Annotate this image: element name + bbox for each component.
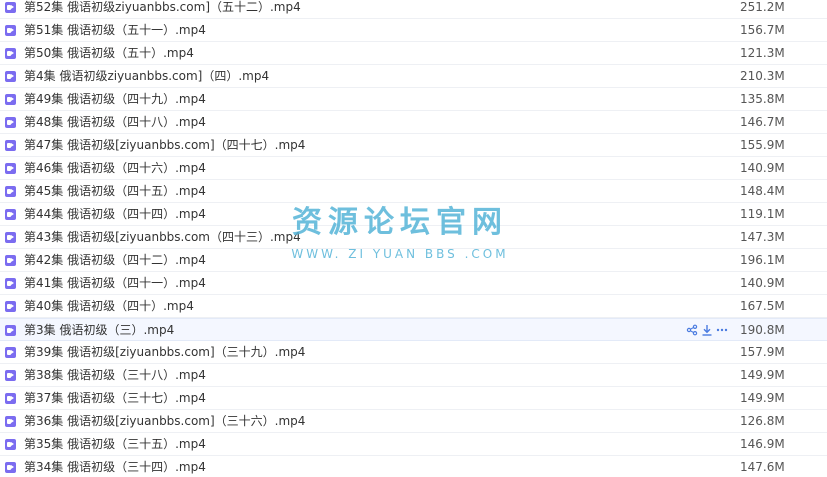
video-file-icon [5, 278, 16, 289]
file-size: 119.1M [740, 207, 785, 221]
file-name[interactable]: 第50集 俄语初级（五十）.mp4 [24, 46, 194, 61]
video-file-icon [5, 232, 16, 243]
file-name[interactable]: 第46集 俄语初级（四十六）.mp4 [24, 161, 206, 176]
file-size: 196.1M [740, 253, 785, 267]
file-name[interactable]: 第48集 俄语初级（四十八）.mp4 [24, 115, 206, 130]
file-row[interactable]: 第39集 俄语初级[ziyuanbbs.com]（三十九）.mp4 157.9M [0, 341, 827, 364]
file-name[interactable]: 第49集 俄语初级（四十九）.mp4 [24, 92, 206, 107]
file-name[interactable]: 第40集 俄语初级（四十）.mp4 [24, 299, 194, 314]
file-list: 第52集 俄语初级ziyuanbbs.com]（五十二）.mp4 251.2M 第5… [0, 0, 827, 477]
video-file-icon [5, 347, 16, 358]
file-size: 149.9M [740, 391, 785, 405]
video-file-icon [5, 393, 16, 404]
file-size: 147.3M [740, 230, 785, 244]
video-file-icon [5, 416, 16, 427]
video-file-icon [5, 163, 16, 174]
file-size: 148.4M [740, 184, 785, 198]
file-row[interactable]: 第40集 俄语初级（四十）.mp4 167.5M [0, 295, 827, 318]
file-size: 121.3M [740, 46, 785, 60]
file-size: 156.7M [740, 23, 785, 37]
file-row[interactable]: 第45集 俄语初级（四十五）.mp4 148.4M [0, 180, 827, 203]
file-name[interactable]: 第51集 俄语初级（五十一）.mp4 [24, 23, 206, 38]
download-icon[interactable] [701, 324, 713, 336]
file-row[interactable]: 第52集 俄语初级ziyuanbbs.com]（五十二）.mp4 251.2M [0, 0, 827, 19]
file-name[interactable]: 第42集 俄语初级（四十二）.mp4 [24, 253, 206, 268]
file-name[interactable]: 第34集 俄语初级（三十四）.mp4 [24, 460, 206, 475]
file-row[interactable]: 第42集 俄语初级（四十二）.mp4 196.1M [0, 249, 827, 272]
file-size: 140.9M [740, 276, 785, 290]
file-size: 140.9M [740, 161, 785, 175]
file-row[interactable]: 第36集 俄语初级[ziyuanbbs.com]（三十六）.mp4 126.8M [0, 410, 827, 433]
file-name[interactable]: 第35集 俄语初级（三十五）.mp4 [24, 437, 206, 452]
file-size: 210.3M [740, 69, 785, 83]
file-name[interactable]: 第47集 俄语初级[ziyuanbbs.com]（四十七）.mp4 [24, 138, 305, 153]
video-file-icon [5, 301, 16, 312]
file-name[interactable]: 第37集 俄语初级（三十七）.mp4 [24, 391, 206, 406]
file-size: 190.8M [740, 323, 785, 337]
file-name[interactable]: 第39集 俄语初级[ziyuanbbs.com]（三十九）.mp4 [24, 345, 305, 360]
file-size: 147.6M [740, 460, 785, 474]
file-row[interactable]: 第43集 俄语初级[ziyuanbbs.com（四十三）.mp4 147.3M [0, 226, 827, 249]
file-row[interactable]: 第47集 俄语初级[ziyuanbbs.com]（四十七）.mp4 155.9M [0, 134, 827, 157]
video-file-icon [5, 94, 16, 105]
video-file-icon [5, 2, 16, 13]
video-file-icon [5, 439, 16, 450]
file-name[interactable]: 第3集 俄语初级（三）.mp4 [24, 323, 174, 338]
video-file-icon [5, 71, 16, 82]
file-name[interactable]: 第52集 俄语初级ziyuanbbs.com]（五十二）.mp4 [24, 0, 301, 15]
file-size: 126.8M [740, 414, 785, 428]
file-row[interactable]: 第41集 俄语初级（四十一）.mp4 140.9M [0, 272, 827, 295]
file-row[interactable]: 第35集 俄语初级（三十五）.mp4 146.9M [0, 433, 827, 456]
file-name[interactable]: 第4集 俄语初级ziyuanbbs.com]（四）.mp4 [24, 69, 269, 84]
file-row[interactable]: 第37集 俄语初级（三十七）.mp4 149.9M [0, 387, 827, 410]
file-size: 135.8M [740, 92, 785, 106]
file-size: 146.7M [740, 115, 785, 129]
file-name[interactable]: 第36集 俄语初级[ziyuanbbs.com]（三十六）.mp4 [24, 414, 305, 429]
file-name[interactable]: 第45集 俄语初级（四十五）.mp4 [24, 184, 206, 199]
file-size: 149.9M [740, 368, 785, 382]
file-row[interactable]: 第46集 俄语初级（四十六）.mp4 140.9M [0, 157, 827, 180]
video-file-icon [5, 48, 16, 59]
video-file-icon [5, 140, 16, 151]
row-actions [686, 324, 728, 336]
video-file-icon [5, 462, 16, 473]
file-size: 146.9M [740, 437, 785, 451]
share-icon[interactable] [686, 324, 698, 336]
file-name[interactable]: 第38集 俄语初级（三十八）.mp4 [24, 368, 206, 383]
video-file-icon [5, 117, 16, 128]
file-row[interactable]: 第51集 俄语初级（五十一）.mp4 156.7M [0, 19, 827, 42]
video-file-icon [5, 209, 16, 220]
video-file-icon [5, 186, 16, 197]
file-row[interactable]: 第48集 俄语初级（四十八）.mp4 146.7M [0, 111, 827, 134]
video-file-icon [5, 325, 16, 336]
file-row[interactable]: 第4集 俄语初级ziyuanbbs.com]（四）.mp4 210.3M [0, 65, 827, 88]
file-name[interactable]: 第43集 俄语初级[ziyuanbbs.com（四十三）.mp4 [24, 230, 301, 245]
file-name[interactable]: 第41集 俄语初级（四十一）.mp4 [24, 276, 206, 291]
video-file-icon [5, 255, 16, 266]
file-row[interactable]: 第38集 俄语初级（三十八）.mp4 149.9M [0, 364, 827, 387]
video-file-icon [5, 25, 16, 36]
file-size: 167.5M [740, 299, 785, 313]
file-row[interactable]: 第44集 俄语初级（四十四）.mp4 119.1M [0, 203, 827, 226]
video-file-icon [5, 370, 16, 381]
file-row[interactable]: 第49集 俄语初级（四十九）.mp4 135.8M [0, 88, 827, 111]
file-row[interactable]: 第50集 俄语初级（五十）.mp4 121.3M [0, 42, 827, 65]
file-size: 155.9M [740, 138, 785, 152]
file-name[interactable]: 第44集 俄语初级（四十四）.mp4 [24, 207, 206, 222]
more-icon[interactable] [716, 324, 728, 336]
file-row[interactable]: 第3集 俄语初级（三）.mp4 190.8M [0, 318, 827, 341]
file-size: 157.9M [740, 345, 785, 359]
file-row[interactable]: 第34集 俄语初级（三十四）.mp4 147.6M [0, 456, 827, 477]
file-size: 251.2M [740, 0, 785, 14]
